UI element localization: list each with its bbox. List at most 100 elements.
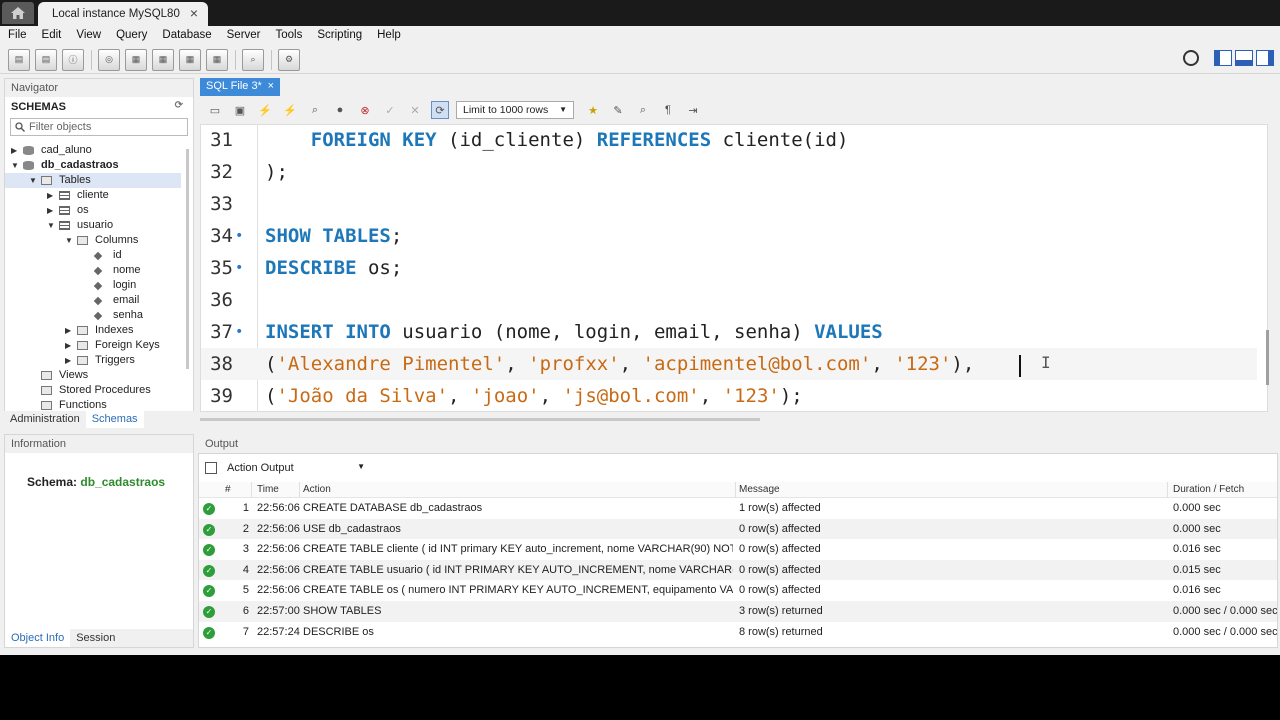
find-icon[interactable]: ⌕ xyxy=(634,101,652,119)
reconnect-icon[interactable]: ⚙ xyxy=(278,48,300,71)
beautify-icon[interactable]: ✎ xyxy=(609,101,627,119)
tree-item[interactable]: id xyxy=(5,248,181,263)
output-row[interactable]: ✓ 3 22:56:06 CREATE TABLE cliente ( id INT … xyxy=(199,539,1277,560)
connection-tab[interactable]: Local instance MySQL80 × xyxy=(38,2,208,26)
output-row[interactable]: ✓ 1 22:56:06 CREATE DATABASE db_cadastraos 1… xyxy=(199,498,1277,519)
close-icon[interactable]: × xyxy=(268,80,274,92)
chevron-right-icon[interactable]: ▶ xyxy=(65,323,71,338)
output-type-select[interactable]: Action Output ▼ xyxy=(205,458,365,478)
menu-scripting[interactable]: Scripting xyxy=(317,29,362,41)
rollback-icon[interactable]: ✕ xyxy=(406,101,424,119)
inspector-icon[interactable]: ⓘ xyxy=(62,48,84,71)
menu-file[interactable]: File xyxy=(8,29,27,41)
filter-objects-box[interactable] xyxy=(10,118,188,136)
toolbar-separator xyxy=(235,49,236,70)
execute-current-icon[interactable]: ⚡ xyxy=(281,101,299,119)
chevron-down-icon[interactable]: ▼ xyxy=(29,173,37,188)
toggle-continue-on-error-icon[interactable]: ⊗ xyxy=(356,101,374,119)
success-icon: ✓ xyxy=(203,605,215,618)
chevron-right-icon[interactable]: ▶ xyxy=(65,353,71,368)
wrap-lines-icon[interactable]: ⇥ xyxy=(684,101,702,119)
menu-query[interactable]: Query xyxy=(116,29,147,41)
chevron-right-icon[interactable]: ▶ xyxy=(65,338,71,353)
tree-item[interactable]: nome xyxy=(5,263,181,278)
invisible-chars-icon[interactable]: ¶ xyxy=(659,101,677,119)
open-file-icon[interactable]: ▭ xyxy=(206,101,224,119)
add-snippet-icon[interactable]: ★ xyxy=(584,101,602,119)
tree-item[interactable]: ▼ db_cadastraos xyxy=(5,158,181,173)
menu-database[interactable]: Database xyxy=(162,29,211,41)
chevron-right-icon[interactable]: ▶ xyxy=(47,188,53,203)
open-sql-script-icon[interactable]: ▤ xyxy=(35,48,57,71)
gear-icon[interactable] xyxy=(1183,50,1199,66)
new-sql-tab-icon[interactable]: ▤ xyxy=(8,48,30,71)
information-panel: Information Schema: db_cadastraos Object… xyxy=(4,434,194,648)
commit-icon[interactable]: ✓ xyxy=(381,101,399,119)
close-icon[interactable]: × xyxy=(190,5,198,21)
tree-item[interactable]: ▼ Columns xyxy=(5,233,181,248)
tree-item[interactable]: ▶ os xyxy=(5,203,181,218)
header-duration: Duration / Fetch xyxy=(1173,484,1245,495)
sql-editor[interactable]: 31 FOREIGN KEY (id_cliente) REFERENCES c… xyxy=(200,124,1268,412)
create-view-icon[interactable]: ▦ xyxy=(152,48,174,71)
tab-session[interactable]: Session xyxy=(70,629,121,647)
output-row[interactable]: ✓ 5 22:56:06 CREATE TABLE os ( numero INT P… xyxy=(199,580,1277,601)
toggle-sidebar-icon[interactable] xyxy=(1214,50,1232,66)
tree-item[interactable]: ▶ Foreign Keys xyxy=(5,338,181,353)
tree-item[interactable]: Views xyxy=(5,368,181,383)
tree-item[interactable]: ▶ cliente xyxy=(5,188,181,203)
create-procedure-icon[interactable]: ▦ xyxy=(179,48,201,71)
navigator-scrollbar[interactable] xyxy=(186,149,189,369)
chevron-right-icon[interactable]: ▶ xyxy=(11,143,17,158)
chevron-right-icon[interactable]: ▶ xyxy=(47,203,53,218)
tree-item[interactable]: ▼ usuario xyxy=(5,218,181,233)
menu-view[interactable]: View xyxy=(76,29,101,41)
limit-rows-select[interactable]: Limit to 1000 rows ▼ xyxy=(456,101,574,119)
tree-item[interactable]: ▶ Indexes xyxy=(5,323,181,338)
toggle-secondary-sidebar-icon[interactable] xyxy=(1256,50,1274,66)
filter-objects-input[interactable] xyxy=(29,121,179,133)
menu-edit[interactable]: Edit xyxy=(42,29,62,41)
explain-icon[interactable]: ⌕ xyxy=(306,101,324,119)
tree-item[interactable]: email xyxy=(5,293,181,308)
editor-horizontal-scrollbar[interactable] xyxy=(200,418,760,421)
tree-item[interactable]: login xyxy=(5,278,181,293)
chevron-down-icon[interactable]: ▼ xyxy=(65,233,73,248)
execute-icon[interactable]: ⚡ xyxy=(256,101,274,119)
tree-item[interactable]: ▼ Tables xyxy=(5,173,181,188)
tree-item[interactable]: Functions xyxy=(5,398,181,411)
tab-schemas[interactable]: Schemas xyxy=(85,411,144,428)
folder-icon xyxy=(41,386,52,395)
toggle-output-icon[interactable] xyxy=(1235,50,1253,66)
output-row[interactable]: ✓ 6 22:57:00 SHOW TABLES 3 row(s) returned 0.… xyxy=(199,600,1277,622)
create-table-icon[interactable]: ▦ xyxy=(125,48,147,71)
search-table-data-icon[interactable]: ⌕ xyxy=(242,48,264,71)
stop-icon[interactable]: ● xyxy=(331,101,349,119)
editor-vertical-scrollbar[interactable] xyxy=(1266,330,1269,385)
chevron-down-icon[interactable]: ▼ xyxy=(11,158,19,173)
autocommit-icon[interactable]: ⟳ xyxy=(431,101,449,119)
output-row[interactable]: ✓ 7 22:57:24 DESCRIBE os 8 row(s) returned 0.… xyxy=(199,622,1277,643)
tree-item[interactable]: ▶ cad_aluno xyxy=(5,143,181,158)
code-text: INSERT INTO usuario (nome, login, email,… xyxy=(265,316,883,348)
sql-text: usuario (nome, login, email, senha) xyxy=(390,321,815,343)
output-row[interactable]: ✓ 2 22:56:06 USE db_cadastraos 0 row(s) affe… xyxy=(199,518,1277,540)
create-function-icon[interactable]: ▦ xyxy=(206,48,228,71)
tree-item[interactable]: ▶ Triggers xyxy=(5,353,181,368)
create-schema-icon[interactable]: ◎ xyxy=(98,48,120,71)
tab-administration[interactable]: Administration xyxy=(4,411,86,428)
tab-sql-file[interactable]: SQL File 3* × xyxy=(200,78,280,96)
menu-tools[interactable]: Tools xyxy=(276,29,303,41)
home-tab[interactable] xyxy=(2,2,34,24)
menu-server[interactable]: Server xyxy=(227,29,261,41)
copy-icon[interactable] xyxy=(205,462,217,474)
menu-help[interactable]: Help xyxy=(377,29,401,41)
tab-object-info[interactable]: Object Info xyxy=(5,629,71,647)
refresh-icon[interactable]: ⟳ xyxy=(175,100,183,111)
tree-item[interactable]: Stored Procedures xyxy=(5,383,181,398)
search-icon xyxy=(15,122,25,132)
tree-item[interactable]: senha xyxy=(5,308,181,323)
chevron-down-icon[interactable]: ▼ xyxy=(47,218,55,233)
output-row[interactable]: ✓ 4 22:56:06 CREATE TABLE usuario ( id INT … xyxy=(199,559,1277,581)
save-icon[interactable]: ▣ xyxy=(231,101,249,119)
